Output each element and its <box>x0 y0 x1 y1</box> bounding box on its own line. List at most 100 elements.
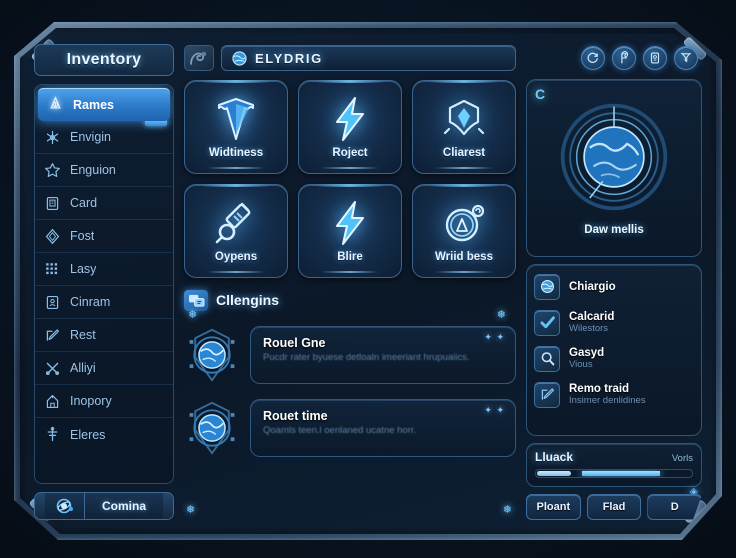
action-button-row: Ploant Flad D <box>526 494 702 520</box>
ability-card-roject[interactable]: Roject <box>298 80 402 174</box>
right-panel: C Daw mellis Chiargio Calcarid Wilestors Ga… <box>526 44 702 520</box>
sidebar-item-card[interactable]: Card <box>35 187 173 220</box>
sidebar-title: Inventory <box>34 44 174 76</box>
flag-pin-icon[interactable] <box>612 46 636 70</box>
sidebar-item-rames[interactable]: Rames <box>38 88 170 121</box>
sidebar-item-enguion[interactable]: Enguion <box>35 154 173 187</box>
snowflake-decor-top-left: ❅ <box>188 309 198 321</box>
antenna-icon <box>44 426 61 443</box>
globe-orb-icon <box>184 327 240 383</box>
footer-chip-right <box>163 493 173 519</box>
globe-icon <box>232 50 247 66</box>
snowflake-decor-top-right: ❅ <box>496 309 506 321</box>
resource-text: Remo traid Insimer denlidines <box>569 383 646 406</box>
snowflake-decor-right: ❅ <box>502 504 512 516</box>
ability-card-widtiness[interactable]: Widtiness <box>184 80 288 174</box>
main-content: ELYDRIG Widtiness Roject Cliarest Oypens Bli… <box>184 44 516 520</box>
ornament-icon <box>184 45 214 71</box>
action-button-flad[interactable]: Flad <box>586 494 642 520</box>
pen-edit-icon <box>534 381 560 408</box>
syringe-magnifier-icon <box>212 199 260 247</box>
quest-title: Rouel Gne <box>263 336 326 350</box>
resource-name: Gasyd <box>569 347 605 359</box>
main-header: ELYDRIG <box>184 44 516 72</box>
page-title: ELYDRIG <box>255 50 323 66</box>
ability-card-label: Widtiness <box>208 147 264 159</box>
sidebar-item-cinram[interactable]: Cinram <box>35 286 173 319</box>
resource-text: Calcarid Wilestors <box>569 311 614 334</box>
sidebar-item-label: Rames <box>73 97 114 112</box>
radar-panel[interactable]: C Daw mellis <box>526 79 702 257</box>
quest-body: ✦ ✦ Rouel Gne Pucdr rater byuese detloaln … <box>250 326 516 384</box>
progress-bar[interactable] <box>535 469 693 478</box>
quest-subtitle: Pucdr rater byuese detloaln imeeriant hr… <box>263 352 470 363</box>
section-header: Cllengins <box>184 288 516 312</box>
resource-sub: Wilestors <box>569 323 609 334</box>
page-title-bar: ELYDRIG <box>221 45 516 71</box>
snowflake-decor-left: ❅ <box>186 504 196 516</box>
action-button-ploant[interactable]: Ploant <box>526 494 581 520</box>
ability-card-cliarest[interactable]: Cliarest <box>412 80 516 174</box>
sidebar-item-eleres[interactable]: Eleres <box>35 418 173 451</box>
ability-card-oypens[interactable]: Oypens <box>184 184 288 278</box>
crossed-tools-icon <box>44 360 61 377</box>
action-button-d[interactable]: D <box>647 494 702 520</box>
compass-icon <box>440 199 488 247</box>
resource-list: Chiargio Calcarid Wilestors Gasyd Vious Remo … <box>526 264 702 436</box>
planet-icon <box>534 273 560 300</box>
sidebar-item-label: Inopory <box>70 394 112 408</box>
globe-radar-icon <box>558 101 670 218</box>
sidebar-item-fost[interactable]: Fost <box>35 220 173 253</box>
resource-name: Chiargio <box>569 280 616 293</box>
shield-icon <box>212 95 260 143</box>
sidebar-item-envigin[interactable]: Envigin <box>35 121 173 154</box>
resource-row[interactable]: Calcarid Wilestors <box>534 307 694 338</box>
ability-card-blire[interactable]: Blire <box>298 184 402 278</box>
progress-segment-b <box>581 471 660 476</box>
sidebar-item-inopory[interactable]: Inopory <box>35 385 173 418</box>
quest-title: Rouet time <box>263 409 328 423</box>
resource-name: Remo traid <box>569 383 630 395</box>
meter-header: Lluack Vorls <box>535 450 693 464</box>
ability-card-label: Cliarest <box>442 147 486 159</box>
filter-funnel-icon[interactable] <box>674 46 698 70</box>
sidebar-item-label: Lasy <box>70 262 97 276</box>
ability-card-label: Oypens <box>214 251 258 263</box>
sidebar-item-alliyi[interactable]: Alliyi <box>35 352 173 385</box>
sidebar-nav-list: Rames Envigin Enguion Card Fost Lasy Cinram Res… <box>34 84 174 484</box>
sidebar-item-label: Fost <box>70 229 95 243</box>
quest-item[interactable]: ✦ ✦ Rouel Gne Pucdr rater byuese detloaln … <box>184 322 516 388</box>
resource-name: Calcarid <box>569 311 615 323</box>
castle-icon <box>44 393 61 410</box>
checkmark-icon <box>534 309 560 336</box>
sidebar-item-lasy[interactable]: Lasy <box>35 253 173 286</box>
ability-card-grid: Widtiness Roject Cliarest Oypens Blire Wriid … <box>184 80 516 278</box>
person-card-icon <box>44 294 61 311</box>
meter-panel: Lluack Vorls ◈ <box>526 443 702 498</box>
resource-row[interactable]: Gasyd Vious <box>534 343 694 374</box>
refresh-cycle-icon[interactable] <box>581 46 605 70</box>
snowflake-star-icon <box>44 129 61 146</box>
toolbar-icon-row <box>526 44 702 72</box>
sidebar-item-label: Eleres <box>70 427 106 442</box>
dot-grid-icon <box>44 261 61 278</box>
resource-row[interactable]: Remo traid Insimer denlidines <box>534 379 694 410</box>
sidebar-item-rest[interactable]: Rest <box>35 319 173 352</box>
card-icon <box>44 195 61 212</box>
progress-gap <box>572 470 581 477</box>
sidebar-item-label: Cinram <box>70 295 111 309</box>
ability-card-wriid-bess[interactable]: Wriid bess <box>412 184 516 278</box>
lightning-icon <box>326 95 374 143</box>
meter-label: Lluack <box>535 450 574 464</box>
progress-segment-a <box>537 471 572 476</box>
quest-item[interactable]: ✦ ✦ Rouet time Qoamls teen.l oenlaned ucat… <box>184 395 516 461</box>
sidebar-item-label: Envigin <box>70 130 111 144</box>
sidebar-footer-label: Comina <box>101 499 146 513</box>
sidebar: Inventory Rames Envigin Enguion Card Fost Las… <box>34 44 174 520</box>
search-icon <box>534 345 560 372</box>
resource-row[interactable]: Chiargio <box>534 271 694 302</box>
globe-orb-icon <box>184 400 240 456</box>
sidebar-footer-button[interactable]: Comina <box>34 492 174 520</box>
quest-list: ❅ ❅ ❅ ❅ ✦ ✦ Rouel Gne Pucdr rater byuese d… <box>184 309 516 520</box>
document-icon[interactable] <box>643 46 667 70</box>
